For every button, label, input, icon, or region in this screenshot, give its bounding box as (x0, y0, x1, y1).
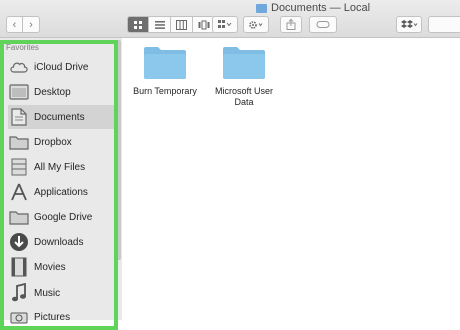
folder-item[interactable]: Microsoft User Data (209, 46, 279, 108)
cloud-icon (8, 57, 30, 77)
folder-name: Burn Temporary (133, 86, 197, 96)
sidebar-item-dropbox[interactable]: Dropbox (8, 130, 114, 154)
action-button[interactable] (243, 16, 269, 33)
chevron-right-icon: › (29, 18, 33, 31)
folder-icon (8, 207, 30, 227)
folder-name: Microsoft User Data (214, 86, 273, 107)
column-view-button[interactable] (171, 16, 193, 33)
forward-button[interactable]: › (23, 16, 40, 33)
back-button[interactable]: ‹ (6, 16, 23, 33)
chevron-left-icon: ‹ (12, 18, 17, 31)
sidebar-item-label: Applications (34, 186, 88, 198)
sidebar-item-desktop[interactable]: Desktop (8, 80, 114, 104)
gear-icon (249, 20, 263, 29)
tag-icon (316, 21, 330, 28)
icon-view-button[interactable] (127, 16, 149, 33)
window-title: Documents — Local (256, 1, 370, 15)
sidebar-item-pictures[interactable]: Pictures (8, 305, 114, 329)
sidebar-item-label: Music (34, 287, 61, 299)
music-icon (8, 283, 30, 303)
download-icon (8, 232, 30, 252)
document-icon (8, 107, 30, 127)
sidebar-item-label: Desktop (34, 86, 71, 98)
search-field[interactable] (428, 16, 460, 33)
camera-icon (8, 307, 30, 327)
finder-toolbar: Documents — Local ‹ › (0, 0, 460, 38)
icon-view-icon (134, 20, 142, 29)
sidebar-scrollbar[interactable] (117, 40, 121, 260)
list-view-icon (154, 20, 165, 29)
all-files-icon (8, 157, 30, 177)
sidebar-item-icloud-drive[interactable]: iCloud Drive (8, 55, 114, 79)
sidebar-item-label: All My Files (34, 161, 86, 173)
sidebar-item-movies[interactable]: Movies (8, 255, 114, 279)
sidebar-item-documents[interactable]: Documents (8, 105, 114, 129)
cover-flow-icon (198, 20, 209, 29)
desktop-icon (8, 82, 30, 102)
sidebar-section-header: Favorites (6, 43, 39, 52)
share-icon (286, 19, 296, 30)
sidebar-item-music[interactable]: Music (8, 281, 114, 305)
sidebar-item-label: Google Drive (34, 211, 93, 223)
sidebar-item-label: Documents (34, 111, 85, 123)
tags-button[interactable] (309, 16, 337, 33)
share-button[interactable] (280, 16, 302, 33)
sidebar-item-label: Movies (34, 261, 66, 273)
folder-icon (143, 46, 187, 80)
sidebar-item-all-my-files[interactable]: All My Files (8, 155, 114, 179)
sidebar-item-google-drive[interactable]: Google Drive (8, 205, 114, 229)
window-title-text: Documents — Local (271, 2, 371, 14)
folder-icon (222, 46, 266, 80)
sidebar-item-label: Pictures (34, 311, 71, 323)
dropbox-button[interactable] (396, 16, 422, 33)
film-icon (8, 257, 30, 277)
folder-icon (8, 132, 30, 152)
grid-arrange-icon (218, 20, 232, 28)
column-view-icon (176, 19, 187, 30)
view-switcher (127, 16, 215, 33)
list-view-button[interactable] (149, 16, 171, 33)
sidebar-item-downloads[interactable]: Downloads (8, 230, 114, 254)
folder-icon (256, 3, 267, 13)
sidebar-item-label: iCloud Drive (34, 61, 89, 73)
arrange-button[interactable] (212, 16, 238, 33)
folder-item[interactable]: Burn Temporary (130, 46, 200, 97)
sidebar-item-label: Downloads (34, 236, 84, 248)
dropbox-icon (401, 19, 418, 28)
sidebar-item-label: Dropbox (34, 136, 72, 148)
applications-icon (8, 182, 30, 202)
sidebar-item-applications[interactable]: Applications (8, 180, 114, 204)
